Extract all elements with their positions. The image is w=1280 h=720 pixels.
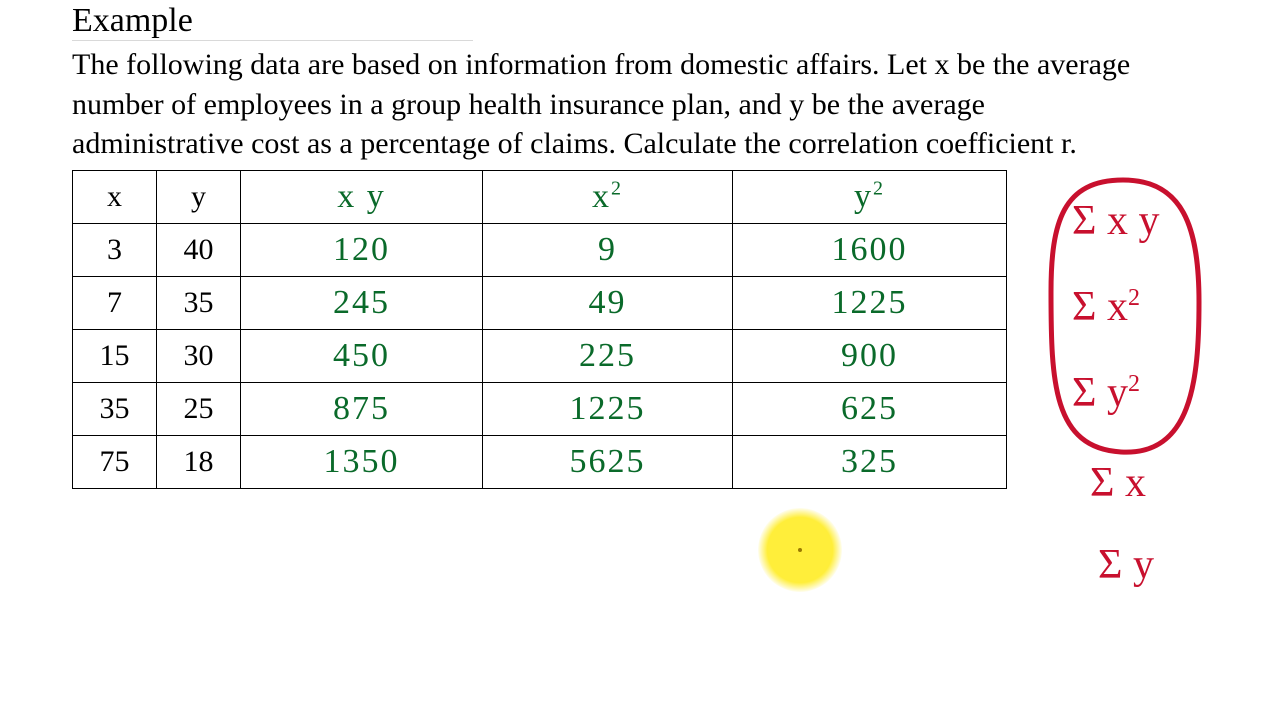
cell-y2: 1225 [733,276,1007,329]
col-header-y2: y2 [733,170,1007,223]
cell-x: 15 [73,329,157,382]
cell-y2: 325 [733,435,1007,488]
cell-x2: 1225 [483,382,733,435]
annotation-sum-xy: Σ x y [1072,200,1159,242]
table-row: 7 35 245 49 1225 [73,276,1007,329]
col-header-x: x [73,170,157,223]
table-row: 3 40 120 9 1600 [73,223,1007,276]
annotation-sum-x: Σ x [1090,462,1146,504]
cell-xy: 450 [241,329,483,382]
header-x2-text: x2 [592,178,623,215]
cell-y2: 625 [733,382,1007,435]
page: Example The following data are based on … [0,0,1280,720]
table-row: 35 25 875 1225 625 [73,382,1007,435]
cell-x: 35 [73,382,157,435]
table-header-row: x y x y x2 y2 [73,170,1007,223]
cell-y: 30 [157,329,241,382]
cell-x: 3 [73,223,157,276]
col-header-x2: x2 [483,170,733,223]
data-table: x y x y x2 y2 3 40 120 9 1600 7 35 245 4… [72,170,1007,489]
cell-x2: 5625 [483,435,733,488]
annotation-sum-x2: Σ x2 [1072,286,1140,328]
cell-y2: 900 [733,329,1007,382]
cell-x2: 225 [483,329,733,382]
col-header-xy: x y [241,170,483,223]
annotation-sum-y: Σ y [1098,544,1154,586]
cell-x2: 49 [483,276,733,329]
problem-text: The following data are based on informat… [72,45,1132,164]
table-row: 15 30 450 225 900 [73,329,1007,382]
cell-x: 75 [73,435,157,488]
example-heading: Example [72,2,473,41]
cell-y: 40 [157,223,241,276]
annotation-sum-y2: Σ y2 [1072,372,1140,414]
cell-x2: 9 [483,223,733,276]
cell-y: 25 [157,382,241,435]
col-header-y: y [157,170,241,223]
cell-xy: 245 [241,276,483,329]
cell-xy: 120 [241,223,483,276]
cell-xy: 875 [241,382,483,435]
cell-y2: 1600 [733,223,1007,276]
header-y2-text: y2 [854,178,885,215]
cell-x: 7 [73,276,157,329]
cell-xy: 1350 [241,435,483,488]
table-row: 75 18 1350 5625 325 [73,435,1007,488]
cell-y: 18 [157,435,241,488]
header-xy-text: x y [337,178,386,215]
highlight-dot [798,548,802,552]
cell-y: 35 [157,276,241,329]
